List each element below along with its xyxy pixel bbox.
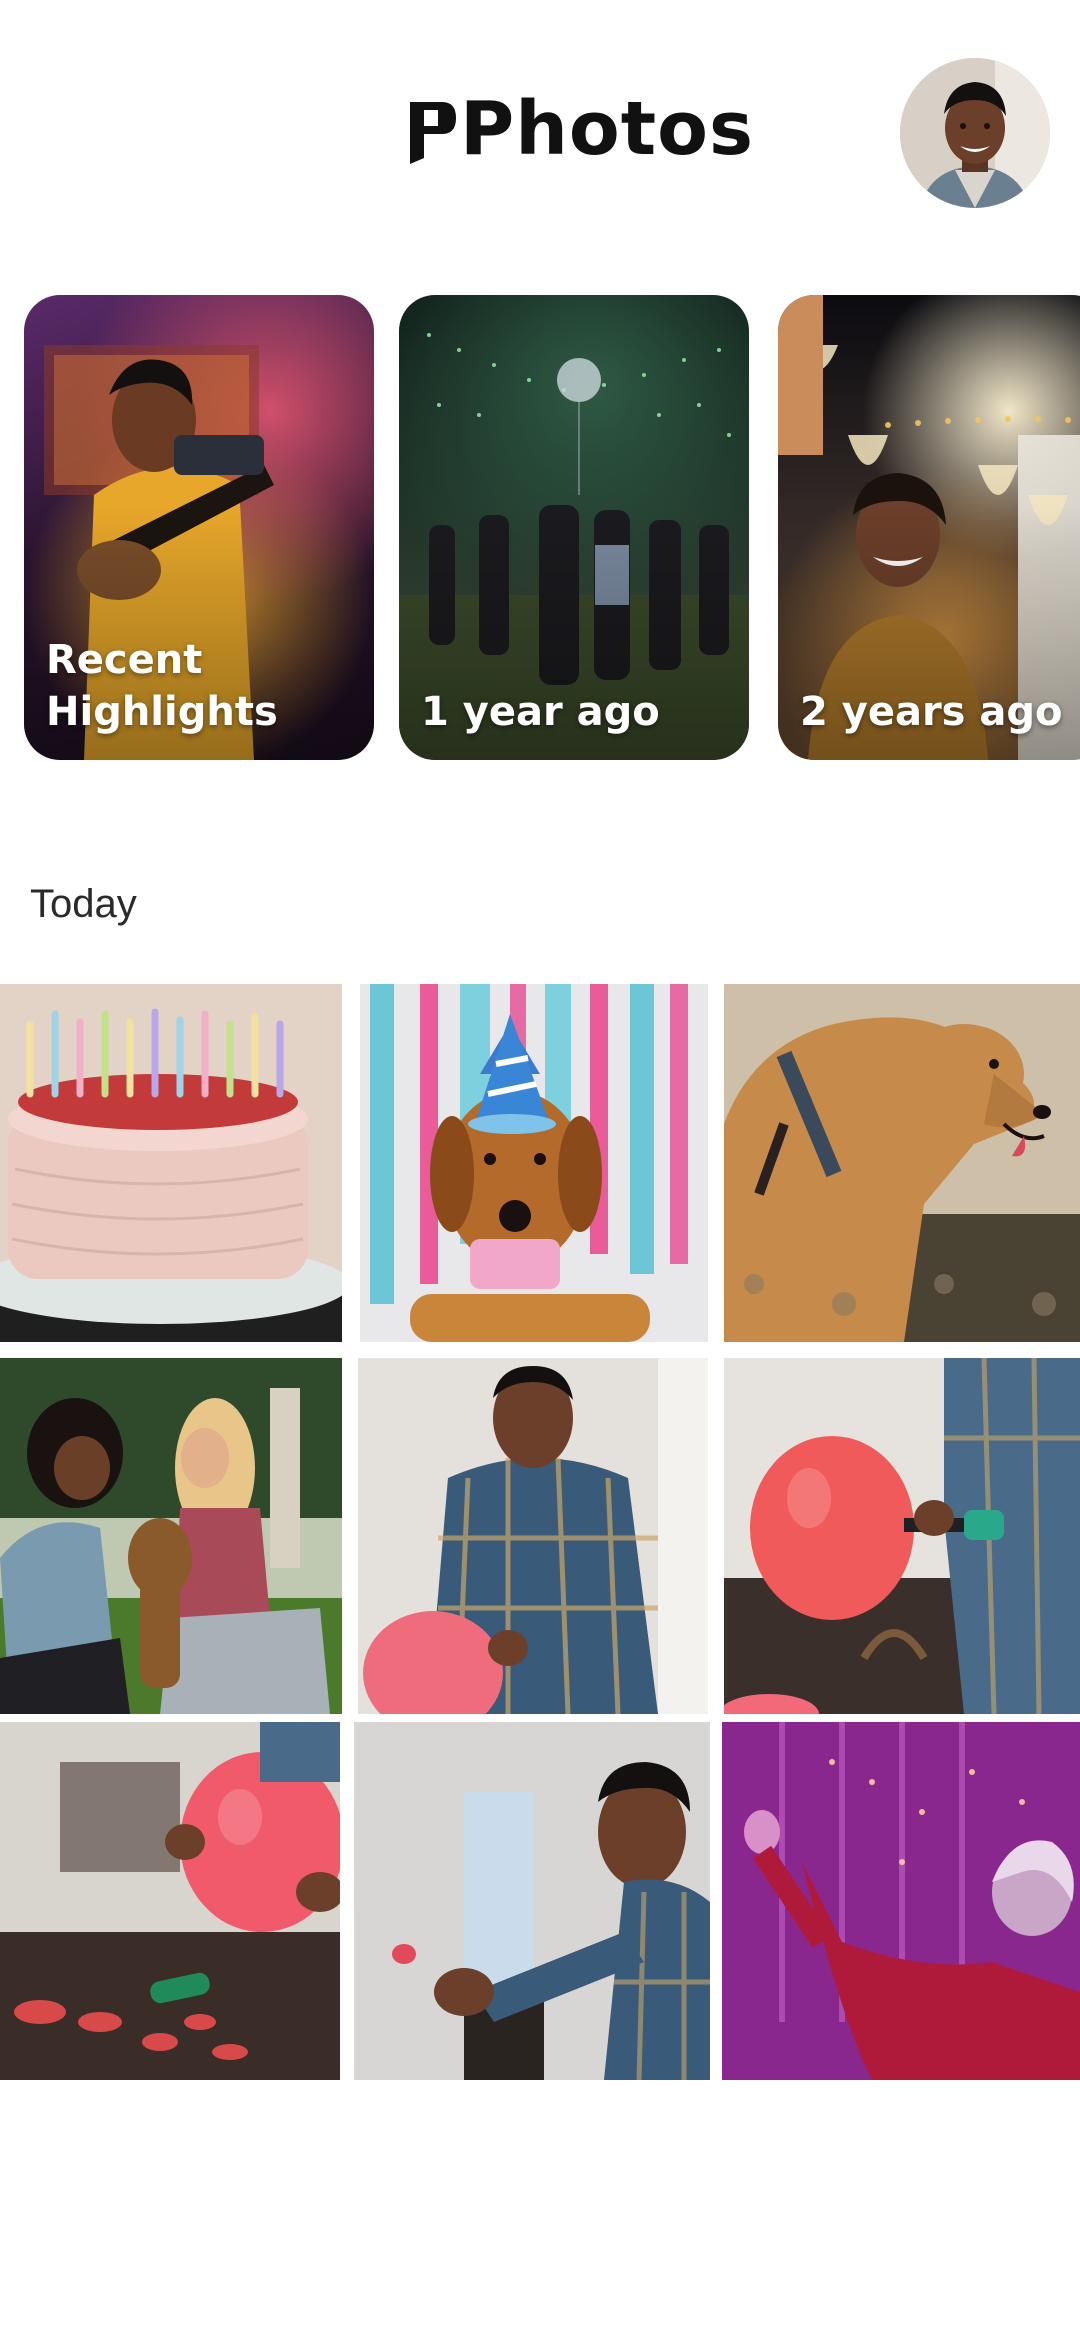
app-header: Photos — [0, 0, 1080, 260]
hands-balloon-image — [0, 1722, 340, 2080]
photo-birthday-cake[interactable] — [0, 984, 342, 1342]
memory-card-label: Recent Highlights — [46, 637, 278, 735]
profile-avatar[interactable] — [900, 58, 1050, 208]
balloon-pump-image — [724, 1358, 1080, 1714]
app-title: Photos — [460, 86, 755, 172]
dog-party-hat-image — [360, 984, 708, 1342]
section-title-today: Today — [30, 882, 137, 926]
user-avatar-icon — [900, 58, 1050, 208]
logo-icon — [404, 98, 458, 166]
woman-confetti-image — [722, 1722, 1080, 2080]
photo-dog-party-hat[interactable] — [360, 984, 708, 1342]
photo-couple-with-dog[interactable] — [0, 1358, 342, 1714]
dog-profile-image — [724, 984, 1080, 1342]
memory-card-1-year-ago[interactable]: 1 year ago — [399, 295, 749, 760]
photo-woman-confetti[interactable] — [722, 1722, 1080, 2080]
app-logo: Photos — [404, 86, 754, 166]
photo-balloon-pump[interactable] — [724, 1358, 1080, 1714]
man-balloon-image — [358, 1358, 708, 1714]
memory-card-recent-highlights[interactable]: Recent Highlights — [24, 295, 374, 760]
photo-man-balloon[interactable] — [358, 1358, 708, 1714]
birthday-cake-image — [0, 984, 342, 1342]
memory-card-label: 1 year ago — [421, 689, 660, 735]
man-smiling-image — [354, 1722, 710, 2080]
photos-app: Photos Recent Highlights 1 year ago 2 ye… — [0, 0, 1080, 2340]
couple-with-dog-image — [0, 1358, 342, 1714]
photo-dog-profile[interactable] — [724, 984, 1080, 1342]
photo-grid — [0, 984, 1080, 2080]
photo-hands-balloon[interactable] — [0, 1722, 340, 2080]
memory-card-2-years-ago[interactable]: 2 years ago — [778, 295, 1080, 760]
memories-carousel[interactable]: Recent Highlights 1 year ago 2 years ago — [0, 295, 1080, 765]
memory-card-label: 2 years ago — [800, 689, 1063, 735]
photo-man-smiling[interactable] — [354, 1722, 710, 2080]
